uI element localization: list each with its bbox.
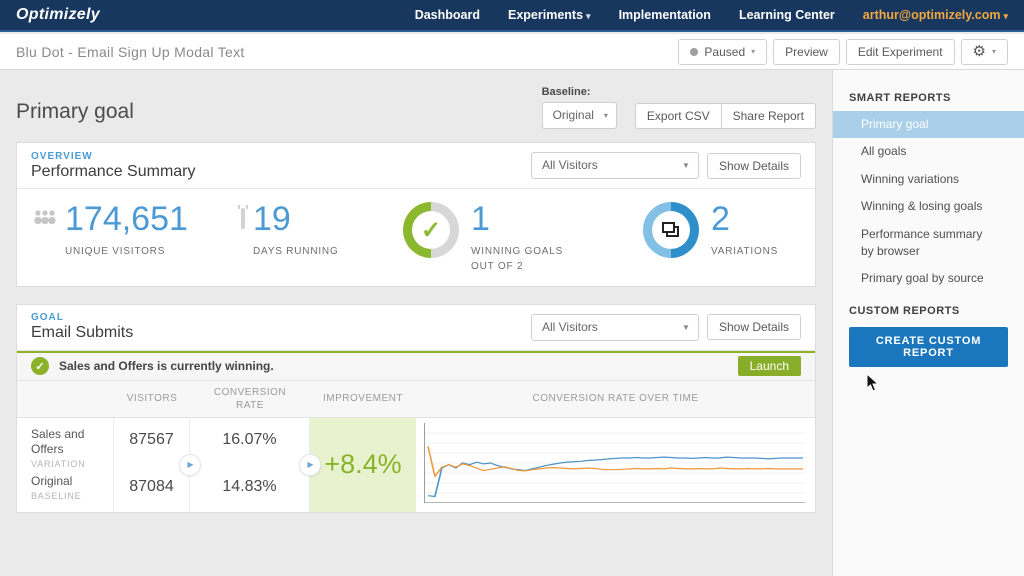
sidebar-item-winning-losing-goals[interactable]: Winning & losing goals: [833, 193, 1024, 220]
sparkline-chart: [424, 422, 805, 503]
winning-message: Sales and Offers is currently winning.: [59, 359, 274, 374]
play-arrow-icon: ▶: [307, 460, 314, 470]
play-arrow-icon: ▶: [187, 460, 194, 470]
sidebar-item-all-goals[interactable]: All goals: [833, 138, 1024, 165]
variations-value: 2: [711, 200, 730, 238]
optimizely-logo: Optimizely: [16, 6, 100, 23]
days-running-label: DAYS RUNNING: [253, 245, 339, 257]
edit-experiment-button[interactable]: Edit Experiment: [845, 38, 955, 65]
conversion-rate-chart: [416, 418, 815, 512]
sidebar-item-performance-summary-browser[interactable]: Performance summary by browser: [833, 221, 1024, 266]
experiment-toolbar: Blu Dot - Email Sign Up Modal Text Pause…: [0, 34, 1024, 70]
baseline-select[interactable]: Original ▾: [541, 102, 617, 129]
toolbar-actions: Paused ▾ Preview Edit Experiment ⚙ ▾: [678, 38, 1008, 65]
winning-banner: ✓ Sales and Offers is currently winning.…: [17, 350, 815, 381]
chevron-down-icon: ▾: [751, 47, 756, 56]
export-share-group: Export CSV Share Report: [634, 103, 816, 129]
export-csv-button[interactable]: Export CSV: [634, 103, 722, 129]
column-header-visitors: VISITORS: [114, 380, 190, 418]
baseline-label: Baseline:: [541, 86, 591, 98]
improvement-value: +8.4%: [310, 417, 416, 512]
performance-summary-panel: OVERVIEW Performance Summary All Visitor…: [16, 142, 816, 287]
create-custom-report-button[interactable]: CREATE CUSTOM REPORT: [849, 326, 1008, 367]
main-content: Primary goal Baseline: Original ▾ Export…: [0, 70, 832, 576]
nav-experiments[interactable]: Experiments ▾: [508, 8, 591, 22]
nav-implementation[interactable]: Implementation: [619, 8, 711, 22]
report-header: Primary goal Baseline: Original ▾ Export…: [16, 84, 816, 142]
calendar-icon: [241, 208, 245, 229]
column-header-blank: [17, 380, 114, 418]
smart-reports-header: SMART REPORTS: [849, 92, 951, 104]
launch-button[interactable]: Launch: [737, 356, 801, 377]
variations-donut: [643, 202, 699, 258]
variation-conversion-rate-value: 16.07%: [190, 417, 310, 465]
baseline-visitors-value: 87084: [114, 464, 190, 512]
paused-status-dot-icon: [690, 47, 699, 56]
layered-windows-icon: [662, 222, 680, 238]
column-header-conversion-rate: CONVERSION RATE: [190, 380, 310, 418]
experiment-title: Blu Dot - Email Sign Up Modal Text: [16, 43, 245, 60]
results-table: VISITORS CONVERSION RATE IMPROVEMENT CON…: [17, 380, 815, 512]
goal-panel-header: GOAL Email Submits All Visitors ▼ Show D…: [17, 305, 815, 351]
people-icon: [33, 210, 57, 230]
account-menu[interactable]: arthur@optimizely.com ▾: [863, 8, 1008, 22]
overview-panel-title: Performance Summary: [31, 162, 196, 180]
variation-visitors-value: 87567: [114, 417, 190, 465]
chevron-down-icon: ▾: [586, 11, 591, 21]
overview-eyebrow: OVERVIEW: [31, 150, 93, 162]
reports-sidebar: SMART REPORTS Primary goal All goals Win…: [832, 70, 1024, 576]
overview-show-details-button[interactable]: Show Details: [706, 152, 801, 179]
top-navbar: Optimizely Dashboard Experiments ▾ Implem…: [0, 0, 1024, 32]
custom-reports-header: CUSTOM REPORTS: [849, 304, 960, 317]
check-circle-icon: ✓: [31, 357, 49, 376]
chevron-down-icon: ▾: [1003, 11, 1008, 21]
nav-items: Dashboard Experiments ▾ Implementation Le…: [415, 8, 1008, 22]
chevron-down-icon: ▾: [603, 111, 608, 120]
check-icon: ✓: [420, 216, 442, 244]
winning-goals-donut: ✓: [403, 202, 459, 258]
winning-goals-value: 1: [471, 200, 490, 238]
gear-icon: ⚙: [972, 43, 986, 60]
unique-visitors-value: 174,651: [65, 200, 188, 238]
sidebar-item-winning-variations[interactable]: Winning variations: [833, 166, 1024, 193]
sidebar-item-primary-goal[interactable]: Primary goal: [833, 111, 1024, 139]
goal-eyebrow: GOAL: [31, 312, 64, 324]
stat-winning-goals: ✓ 1 WINNING GOALS OUT OF 2: [403, 200, 643, 274]
chevron-down-icon: ▼: [682, 322, 690, 332]
column-header-improvement: IMPROVEMENT: [310, 380, 416, 418]
goal-panel: GOAL Email Submits All Visitors ▼ Show D…: [16, 303, 816, 513]
expand-conversion-button[interactable]: ▶: [299, 453, 321, 476]
stat-variations: 2 VARIATIONS: [643, 200, 779, 259]
stat-days-running: 19 DAYS RUNNING: [241, 200, 403, 259]
chevron-down-icon: ▾: [991, 47, 996, 56]
variations-label: VARIATIONS: [711, 245, 779, 257]
goal-show-details-button[interactable]: Show Details: [706, 314, 801, 341]
expand-visitors-button[interactable]: ▶: [179, 453, 201, 476]
stats-row: 174,651 UNIQUE VISITORS 19 DAYS RUNNING …: [17, 189, 815, 286]
table-row-baseline-name: Original BASELINE: [17, 464, 114, 512]
page-title: Primary goal: [16, 100, 134, 123]
days-running-value: 19: [253, 200, 291, 238]
winning-goals-label: WINNING GOALS OUT OF 2: [471, 245, 564, 272]
nav-dashboard[interactable]: Dashboard: [415, 8, 480, 22]
goal-panel-title: Email Submits: [31, 324, 134, 342]
nav-learning-center[interactable]: Learning Center: [739, 8, 835, 22]
share-report-button[interactable]: Share Report: [721, 103, 816, 129]
goal-segment-select[interactable]: All Visitors ▼: [530, 313, 699, 341]
chevron-down-icon: ▼: [682, 161, 690, 170]
unique-visitors-label: UNIQUE VISITORS: [65, 245, 166, 257]
baseline-conversion-rate-value: 14.83%: [190, 464, 310, 512]
sidebar-item-primary-goal-source[interactable]: Primary goal by source: [833, 265, 1024, 292]
column-header-chart: CONVERSION RATE OVER TIME: [416, 380, 815, 418]
preview-button[interactable]: Preview: [773, 38, 840, 65]
status-dropdown-button[interactable]: Paused ▾: [678, 38, 768, 65]
stat-unique-visitors: 174,651 UNIQUE VISITORS: [33, 200, 241, 259]
settings-gear-button[interactable]: ⚙ ▾: [960, 38, 1008, 65]
overview-segment-select[interactable]: All Visitors ▼: [530, 152, 699, 179]
table-row-variation-name: Sales and Offers VARIATION: [17, 417, 114, 469]
overview-panel-header: OVERVIEW Performance Summary All Visitor…: [17, 143, 815, 189]
report-header-controls: Baseline: Original ▾ Export CSV Share Re…: [541, 86, 816, 129]
